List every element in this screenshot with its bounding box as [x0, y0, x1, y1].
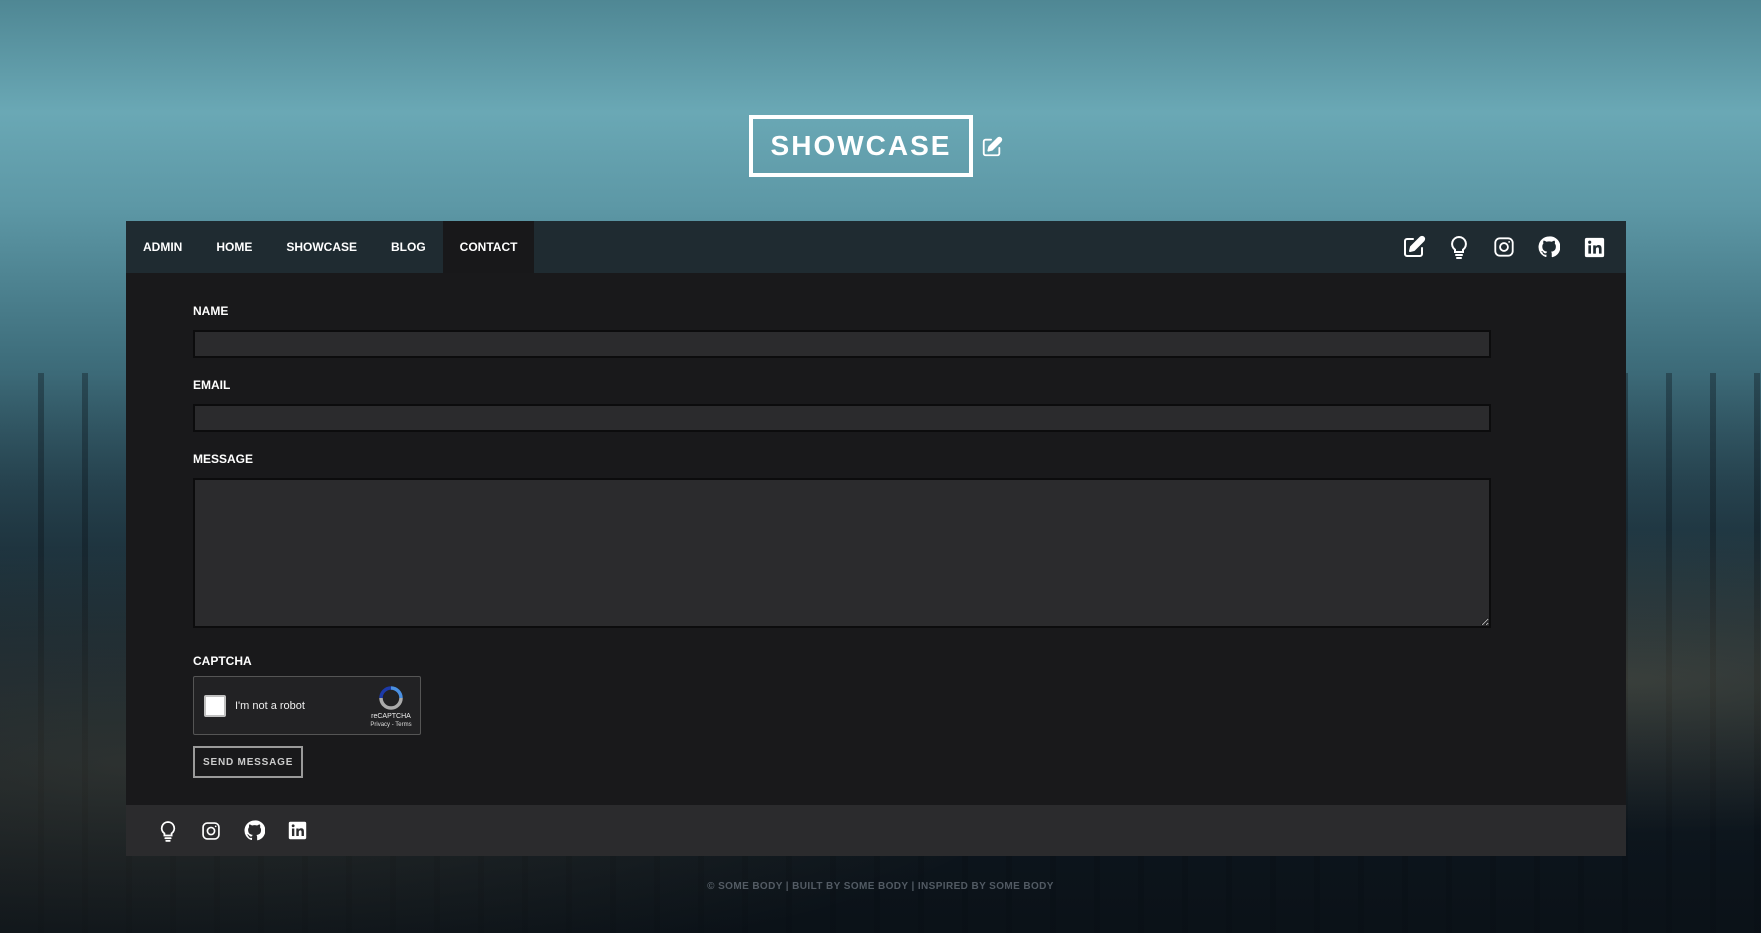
footer-social-bar	[126, 805, 1626, 856]
lightbulb-icon[interactable]	[1445, 233, 1473, 261]
recaptcha-icon	[379, 686, 403, 710]
linkedin-icon[interactable]	[1580, 233, 1608, 261]
main-panel: ADMIN HOME SHOWCASE BLOG CONTACT NAME EM…	[126, 221, 1626, 856]
nav-item-home[interactable]: HOME	[199, 221, 269, 273]
github-icon[interactable]	[241, 818, 267, 844]
name-label: NAME	[193, 304, 229, 318]
captcha-label: CAPTCHA	[193, 654, 252, 668]
site-title: SHOWCASE	[770, 130, 952, 161]
navbar: ADMIN HOME SHOWCASE BLOG CONTACT	[126, 221, 1626, 273]
site-header: SHOWCASE	[749, 115, 1005, 177]
copyright-text: © SOME BODY | BUILT BY SOME BODY | INSPI…	[707, 881, 1054, 892]
recaptcha-logo: reCAPTCHA Privacy - Terms	[370, 685, 412, 728]
send-message-button[interactable]: SEND MESSAGE	[193, 746, 304, 778]
site-logo[interactable]: SHOWCASE	[749, 115, 973, 177]
email-field[interactable]	[193, 404, 1491, 432]
recaptcha-links[interactable]: Privacy - Terms	[370, 722, 411, 728]
instagram-icon[interactable]	[198, 818, 224, 844]
name-field[interactable]	[193, 330, 1491, 358]
linkedin-icon[interactable]	[284, 818, 310, 844]
instagram-icon[interactable]	[1490, 233, 1518, 261]
recaptcha-brand: reCAPTCHA	[371, 713, 411, 720]
edit-icon[interactable]	[1400, 233, 1428, 261]
contact-form: NAME EMAIL MESSAGE CAPTCHA I'm not a rob…	[126, 273, 1626, 805]
nav-item-contact[interactable]: CONTACT	[442, 221, 535, 273]
nav-social-icons	[1383, 221, 1626, 273]
recaptcha-widget: I'm not a robot reCAPTCHA Privacy - Term…	[193, 676, 421, 735]
nav-item-admin[interactable]: ADMIN	[126, 221, 199, 273]
nav-item-showcase[interactable]: SHOWCASE	[269, 221, 374, 273]
recaptcha-checkbox[interactable]	[204, 694, 226, 717]
email-label: EMAIL	[193, 378, 231, 392]
nav-links: ADMIN HOME SHOWCASE BLOG CONTACT	[126, 221, 535, 273]
github-icon[interactable]	[1535, 233, 1563, 261]
recaptcha-text: I'm not a robot	[235, 699, 305, 712]
edit-icon[interactable]	[979, 134, 1005, 160]
message-field[interactable]	[193, 478, 1491, 628]
nav-item-blog[interactable]: BLOG	[374, 221, 443, 273]
lightbulb-icon[interactable]	[155, 818, 181, 844]
message-label: MESSAGE	[193, 452, 254, 466]
